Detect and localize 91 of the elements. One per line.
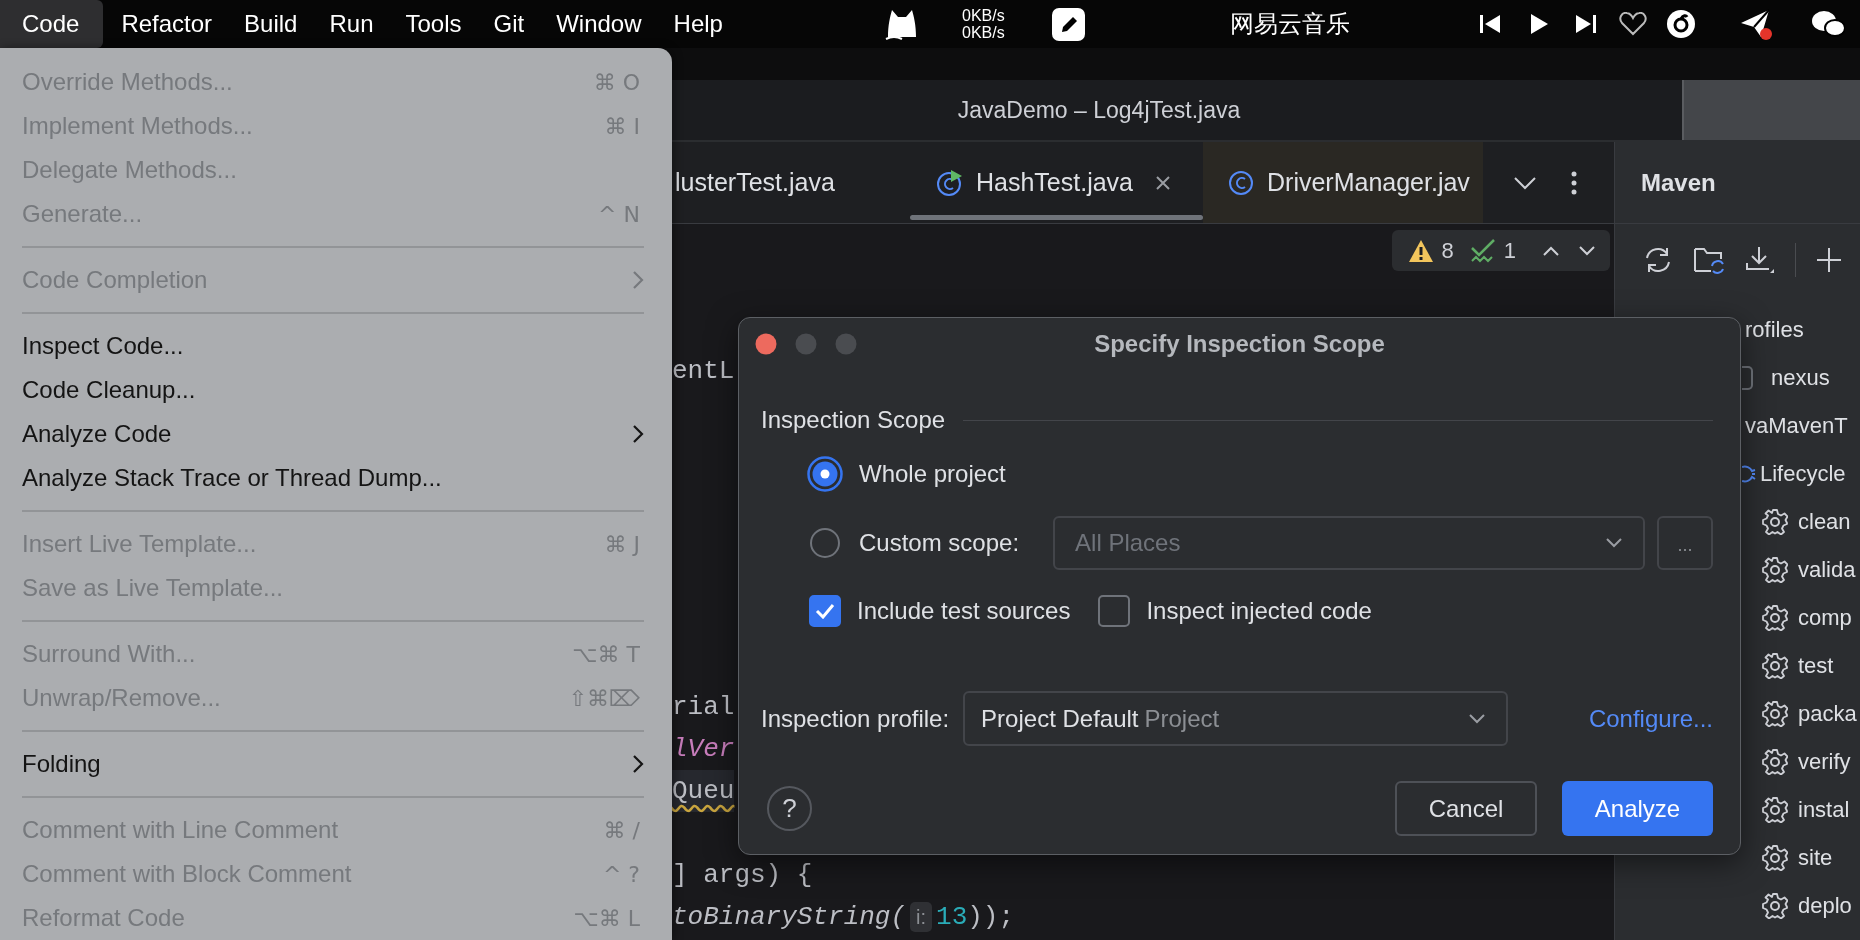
menu-item[interactable]: Folding [22,742,644,786]
menu-item[interactable]: Code Cleanup... [22,368,644,412]
code-text: ] args) { [672,859,813,892]
code-text: )); [967,901,1015,934]
next-icon[interactable] [1575,13,1597,35]
problems-widget[interactable]: 8 1 [1391,230,1610,271]
menu-bar-item[interactable]: Window [542,0,656,48]
menu-bar-item[interactable]: Run [315,0,388,48]
speed-text: 0KB/s [962,7,1006,24]
code-text: entL [672,355,735,388]
class-icon [1227,168,1255,197]
menu-item[interactable]: Analyze Stack Trace or Thread Dump... [22,456,644,500]
menu-bar-item[interactable]: Tools [391,0,476,48]
code-text: rial [672,691,735,724]
close-icon[interactable] [755,333,777,355]
help-button[interactable]: ? [767,786,812,831]
menu-bar-item[interactable]: Git [479,0,539,48]
tree-item[interactable]: Lifecycle [1760,461,1846,487]
tree-item[interactable]: packa [1798,701,1857,727]
play-icon[interactable] [1529,13,1549,35]
pen-icon[interactable] [1052,7,1085,41]
close-icon[interactable] [1155,174,1172,191]
menu-bar-item[interactable]: Refactor [107,0,227,48]
checkbox[interactable] [1098,595,1131,627]
menu-item[interactable]: Analyze Code [22,412,644,456]
heart-icon[interactable] [1619,12,1647,36]
chevron-down-icon[interactable] [1578,244,1596,257]
folder-sync-icon[interactable] [1693,245,1725,275]
menu-item[interactable]: Inspect Code... [22,324,644,368]
tree-item[interactable]: site [1798,845,1833,871]
shortcut-text: ⇧⌘⌦ [568,685,640,711]
check-icon [1469,237,1496,264]
menu-bar-item[interactable]: Build [230,0,312,48]
tree-item[interactable]: valida [1798,557,1856,583]
window-title: JavaDemo – Log4jTest.java [957,96,1241,124]
editor-tab[interactable]: HashTest.java [910,142,1203,223]
radio-button[interactable] [807,525,843,561]
inlay-hint: i: [910,902,933,932]
refresh-icon[interactable] [1643,246,1673,274]
tree-item[interactable]: verify [1798,749,1851,775]
tree-item[interactable]: instal [1798,797,1850,823]
dropdown[interactable]: Project Default Project [963,691,1509,746]
radio-label[interactable]: Whole project [859,460,1006,488]
analyze-button[interactable]: Analyze [1562,781,1713,836]
chevron-down-icon [1468,712,1487,725]
tree-item[interactable]: comp [1798,605,1852,631]
editor-tab[interactable]: DriverManager.jav [1203,142,1483,223]
code-text: toBinaryString( [672,901,907,934]
checkbox-label[interactable]: Include test sources [857,597,1071,625]
checkbox[interactable] [809,595,841,627]
app-title: 网易云音乐 [1230,9,1351,40]
menu-bar-item[interactable]: Code [0,0,104,48]
tree-item[interactable]: rofiles [1742,317,1804,343]
paper-plane-icon[interactable] [1739,7,1773,41]
plus-icon[interactable] [1816,247,1842,273]
tree-item[interactable]: clean [1798,509,1851,535]
checkmark-icon [815,603,835,619]
menu-bar-item[interactable]: Help [659,0,737,48]
chat-bubbles-icon[interactable] [1811,9,1845,39]
more-icon[interactable] [1571,170,1577,195]
dialog-title: Specify Inspection Scope [1094,330,1385,358]
field-label: Inspection profile: [761,704,950,733]
checkbox-label[interactable]: Inspect injected code [1146,597,1372,625]
code-text: lVer [672,733,735,766]
cancel-button[interactable]: Cancel [1395,781,1537,836]
chevron-down-icon[interactable] [1513,175,1537,190]
warning-icon [1407,238,1434,263]
tree-item[interactable]: vaMavenT [1742,413,1848,439]
previous-icon[interactable] [1479,13,1501,35]
tree-item[interactable]: test [1798,653,1834,679]
radio-label[interactable]: Custom scope: [859,529,1020,557]
tree-item[interactable]: nexus [1771,365,1830,391]
panel-title: Maven [1641,168,1716,197]
editor-tab[interactable]: lusterTest.java [672,142,910,223]
class-icon [936,168,964,197]
swirl-icon[interactable] [1666,9,1696,39]
code-text: 13 [936,901,968,934]
shortcut-text: ⌘ / [603,817,640,843]
tree-item[interactable]: deplo [1798,893,1852,919]
section-title: Inspection Scope [761,406,946,434]
speed-text: 0KB/s [962,24,1006,41]
chevron-down-icon [1605,537,1623,549]
chevron-up-icon[interactable] [1542,244,1560,257]
shortcut-text: ^ ? [602,861,640,887]
download-icon[interactable] [1745,245,1775,275]
browse-button[interactable]: ... [1657,516,1713,570]
code-text: Queu [672,775,735,808]
warning-count: 8 [1441,237,1454,264]
radio-button[interactable] [807,456,843,492]
configure-link[interactable]: Configure... [1588,704,1713,733]
weak-warning-count: 1 [1503,237,1516,264]
